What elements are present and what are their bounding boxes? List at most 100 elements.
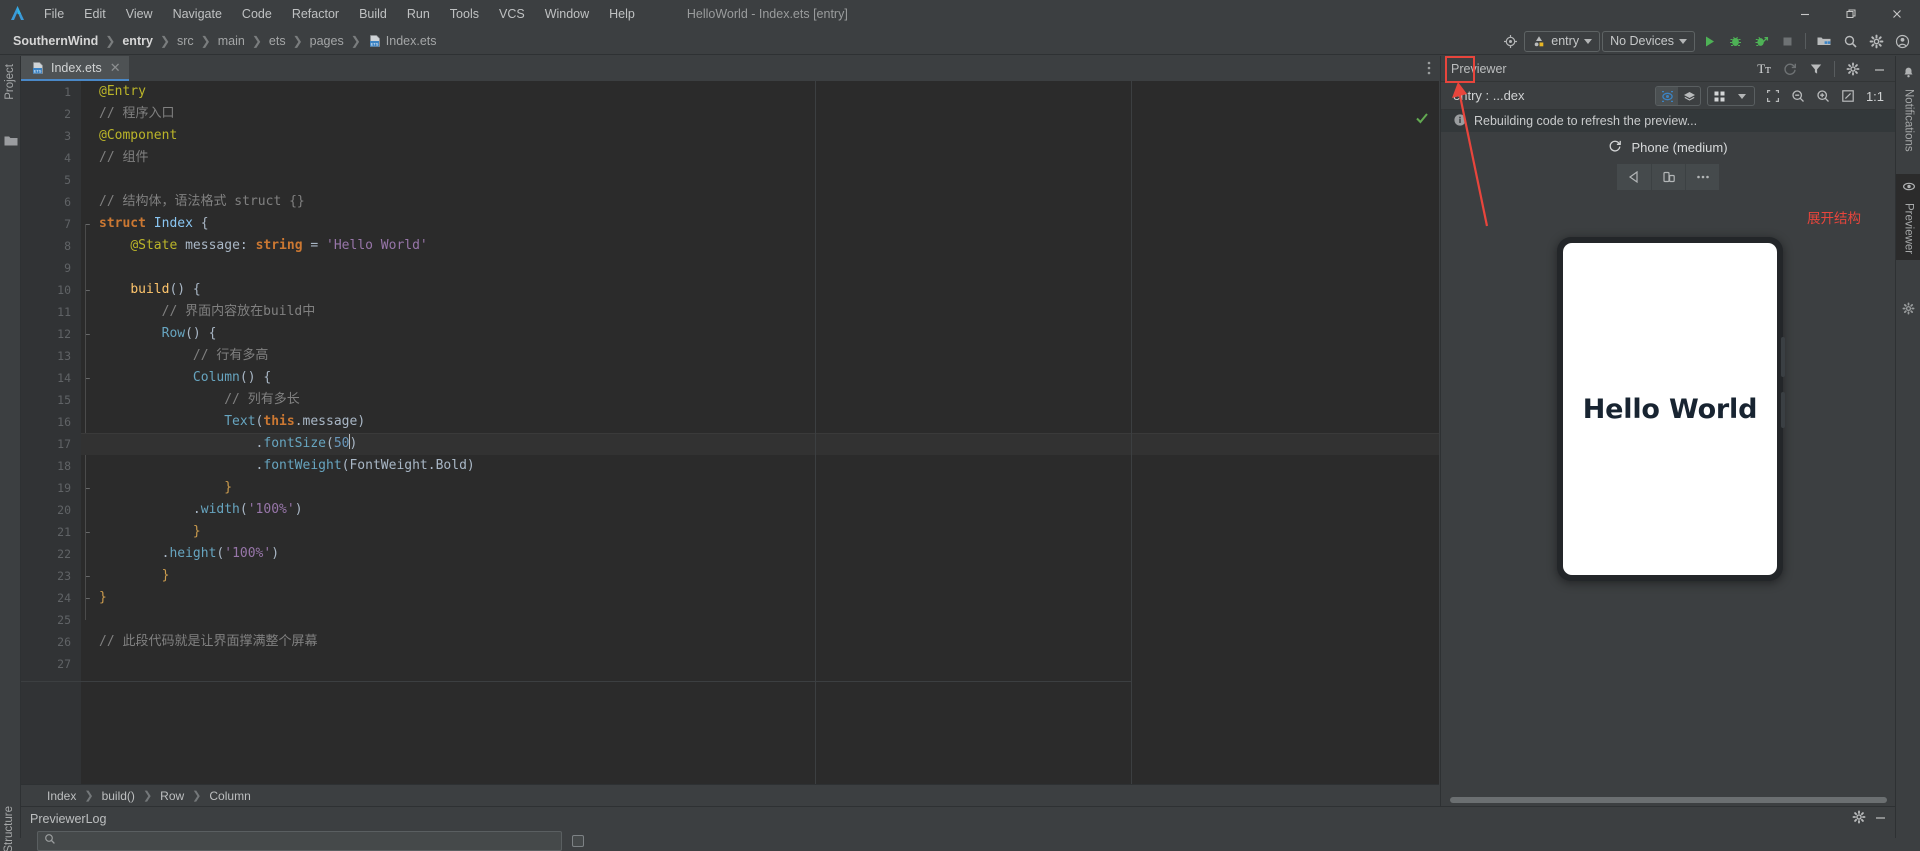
menu-help[interactable]: Help	[599, 3, 645, 25]
account-icon[interactable]	[1890, 30, 1914, 52]
line-number[interactable]: 18	[21, 455, 81, 477]
inspector-icon[interactable]	[1656, 87, 1678, 105]
filter-icon[interactable]	[1804, 58, 1828, 80]
previewer-horizontal-scrollbar[interactable]	[1450, 797, 1887, 803]
tool-window-settings[interactable]	[1896, 296, 1920, 326]
code-line[interactable]: .width('100%')	[81, 499, 1439, 521]
rotate-icon[interactable]	[1617, 164, 1651, 190]
minimize-icon[interactable]	[1874, 811, 1887, 827]
line-number[interactable]: 23 ⚊	[21, 565, 90, 587]
run-icon[interactable]	[1697, 30, 1721, 52]
log-search-field[interactable]	[61, 834, 541, 848]
code-content[interactable]: @Entry// 程序入口 @Component// 组件 // 结构体，语法格式…	[81, 81, 1439, 784]
code-line[interactable]: // 列有多长	[81, 389, 1439, 411]
menu-refactor[interactable]: Refactor	[282, 3, 349, 25]
code-line[interactable]	[81, 609, 1439, 631]
minimize-icon[interactable]	[1867, 58, 1891, 80]
debug-icon[interactable]	[1723, 30, 1747, 52]
menu-vcs[interactable]: VCS	[489, 3, 535, 25]
menu-bar[interactable]: File Edit View Navigate Code Refactor Bu…	[34, 3, 645, 25]
zoom-ratio-label[interactable]: 1:1	[1861, 85, 1889, 107]
line-number-gutter[interactable]: 1 2 3 4 5 6 7 ⚊ 8 9 10 ⚊ 11 12 ⚊ 13 14 ⚊ 15 16 17 18 19 ⚊ 20 21 ⚊ 2…	[21, 81, 90, 784]
line-number[interactable]: 12 ⚊	[21, 323, 90, 345]
multi-device-icon[interactable]	[1651, 164, 1685, 190]
code-line[interactable]: }	[81, 521, 1439, 543]
gear-icon[interactable]	[1841, 58, 1865, 80]
menu-edit[interactable]: Edit	[74, 3, 116, 25]
menu-tools[interactable]: Tools	[440, 3, 489, 25]
menu-window[interactable]: Window	[535, 3, 599, 25]
breadcrumb-project[interactable]: SouthernWind	[8, 32, 103, 50]
code-line[interactable]: @State message: string = 'Hello World'	[81, 235, 1439, 257]
log-search-input[interactable]	[37, 831, 562, 851]
line-number[interactable]: 13	[21, 345, 81, 367]
line-number[interactable]: 16	[21, 411, 81, 433]
code-line[interactable]: // 此段代码就是让界面撑满整个屏幕	[81, 631, 1439, 653]
close-icon[interactable]: ✕	[110, 60, 121, 76]
menu-run[interactable]: Run	[397, 3, 440, 25]
refresh-icon[interactable]	[1608, 139, 1622, 156]
line-number[interactable]: 24 ⚊	[21, 587, 90, 609]
code-line[interactable]: Row() {	[81, 323, 1439, 345]
menu-navigate[interactable]: Navigate	[163, 3, 232, 25]
refresh-icon[interactable]	[1778, 58, 1802, 80]
line-number[interactable]: 19 ⚊	[21, 477, 90, 499]
folder-icon[interactable]	[4, 134, 18, 152]
menu-code[interactable]: Code	[232, 3, 282, 25]
breadcrumb-file[interactable]: ETS Index.ets	[363, 32, 442, 50]
editor-tab-index-ets[interactable]: ETS Index.ets ✕	[21, 56, 129, 81]
editor-breadcrumb-row[interactable]: Row	[156, 789, 188, 803]
code-line[interactable]: struct Index {	[81, 213, 1439, 235]
code-line[interactable]: // 结构体，语法格式 struct {}	[81, 191, 1439, 213]
code-line[interactable]: // 界面内容放在build中	[81, 301, 1439, 323]
line-number[interactable]: 17	[21, 433, 81, 455]
tool-window-project[interactable]: Project	[4, 64, 16, 100]
menu-file[interactable]: File	[34, 3, 74, 25]
zoom-out-icon[interactable]	[1786, 85, 1810, 107]
tool-window-notifications[interactable]: Notifications	[1896, 60, 1920, 158]
line-number[interactable]: 5	[21, 169, 81, 191]
profile-icon[interactable]	[1749, 30, 1773, 52]
code-line[interactable]: build() {	[81, 279, 1439, 301]
line-number[interactable]: 27	[21, 653, 81, 675]
line-number[interactable]: 10 ⚊	[21, 279, 90, 301]
menu-view[interactable]: View	[116, 3, 163, 25]
more-options-icon[interactable]	[1427, 60, 1431, 79]
code-editor[interactable]: 1 2 3 4 5 6 7 ⚊ 8 9 10 ⚊ 11 12 ⚊ 13 14 ⚊ 15 16 17 18 19 ⚊ 20 21 ⚊ 2…	[21, 81, 1439, 784]
zoom-in-icon[interactable]	[1811, 85, 1835, 107]
device-preview-screen[interactable]: Hello World	[1563, 243, 1777, 575]
line-number[interactable]: 7 ⚊	[21, 213, 90, 235]
editor-breadcrumb[interactable]: Index ❯ build() ❯ Row ❯ Column	[21, 784, 1439, 806]
editor-breadcrumb-build[interactable]: build()	[98, 789, 139, 803]
line-number[interactable]: 6	[21, 191, 81, 213]
gear-icon[interactable]	[1864, 30, 1888, 52]
log-filter-checkbox[interactable]	[572, 835, 584, 847]
previewer-target-label[interactable]: entry : ...dex	[1453, 88, 1525, 103]
tool-window-previewer[interactable]: Previewer	[1896, 174, 1920, 261]
code-line[interactable]: }	[81, 477, 1439, 499]
project-structure-icon[interactable]	[1812, 30, 1836, 52]
more-icon[interactable]	[1685, 164, 1719, 190]
text-size-icon[interactable]: Tт	[1752, 58, 1776, 80]
code-line[interactable]: }	[81, 565, 1439, 587]
code-line[interactable]: Column() {	[81, 367, 1439, 389]
tool-window-structure[interactable]: Structure	[3, 806, 15, 851]
line-number[interactable]: 20	[21, 499, 81, 521]
line-number[interactable]: 25	[21, 609, 81, 631]
maximize-icon[interactable]	[1828, 0, 1874, 27]
gear-icon[interactable]	[1852, 810, 1866, 827]
code-line[interactable]: // 组件	[81, 147, 1439, 169]
line-number[interactable]: 22	[21, 543, 81, 565]
previewer-device-name[interactable]: Phone (medium)	[1631, 140, 1727, 155]
code-line[interactable]: @Component	[81, 125, 1439, 147]
breadcrumb[interactable]: SouthernWind ❯ entry ❯ src ❯ main ❯ ets …	[0, 32, 442, 50]
run-configuration-selector[interactable]: entry	[1524, 30, 1601, 52]
code-line[interactable]: }	[81, 587, 1439, 609]
code-line[interactable]	[81, 257, 1439, 279]
select-region-icon[interactable]	[1761, 85, 1785, 107]
line-number[interactable]: 21 ⚊	[21, 521, 90, 543]
line-number[interactable]: 9	[21, 257, 81, 279]
target-icon[interactable]	[1498, 30, 1522, 52]
breadcrumb-module[interactable]: entry	[117, 32, 158, 50]
inspector-toggle-group[interactable]	[1655, 86, 1701, 106]
